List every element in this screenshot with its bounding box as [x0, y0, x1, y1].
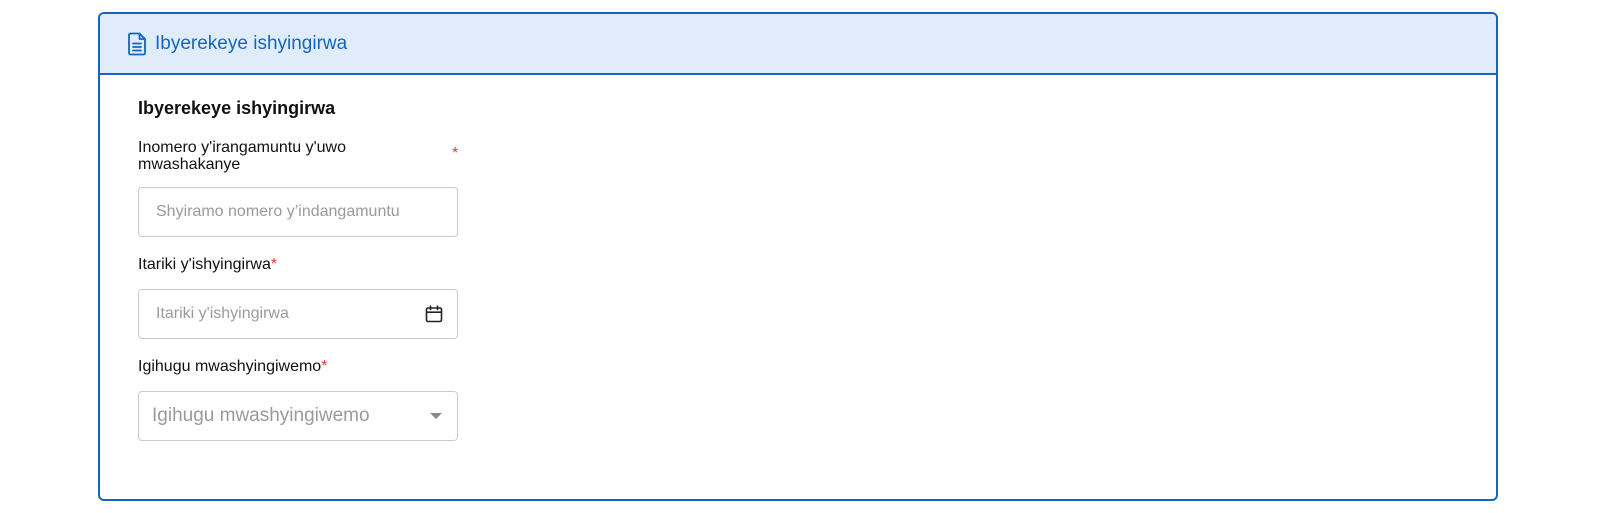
marriage-country-required-mark: *	[321, 358, 328, 375]
marriage-country-select[interactable]: Igihugu mwashyingiwemo	[138, 391, 458, 441]
panel-title: Ibyerekeye ishyingirwa	[155, 32, 348, 54]
calendar-icon[interactable]	[425, 305, 443, 323]
caret-down-icon[interactable]	[429, 412, 443, 420]
marriage-country-placeholder: Igihugu mwashyingiwemo	[152, 405, 370, 426]
spouse-id-required-mark: *	[452, 145, 459, 162]
marriage-date-label: Itariki y'ishyingirwa	[138, 256, 271, 273]
spouse-id-label: Inomero y'irangamuntu y'uwo mwashakanye	[138, 139, 346, 173]
marriage-info-panel: Ibyerekeye ishyingirwa Ibyerekeye ishyin…	[98, 12, 1498, 501]
marriage-country-label: Igihugu mwashyingiwemo	[138, 358, 322, 375]
spouse-id-input[interactable]	[154, 202, 443, 222]
panel-header[interactable]: Ibyerekeye ishyingirwa	[100, 14, 1496, 75]
marriage-date-field-wrapper	[138, 289, 458, 339]
section-title: Ibyerekeye ishyingirwa	[138, 98, 336, 118]
marriage-date-label-row: Itariki y'ishyingirwa*	[138, 256, 277, 273]
spouse-id-field-wrapper	[138, 187, 458, 237]
document-icon	[126, 31, 148, 57]
marriage-date-required-mark: *	[270, 256, 278, 273]
marriage-country-label-row: Igihugu mwashyingiwemo*	[138, 358, 327, 375]
marriage-date-input[interactable]	[154, 304, 425, 324]
